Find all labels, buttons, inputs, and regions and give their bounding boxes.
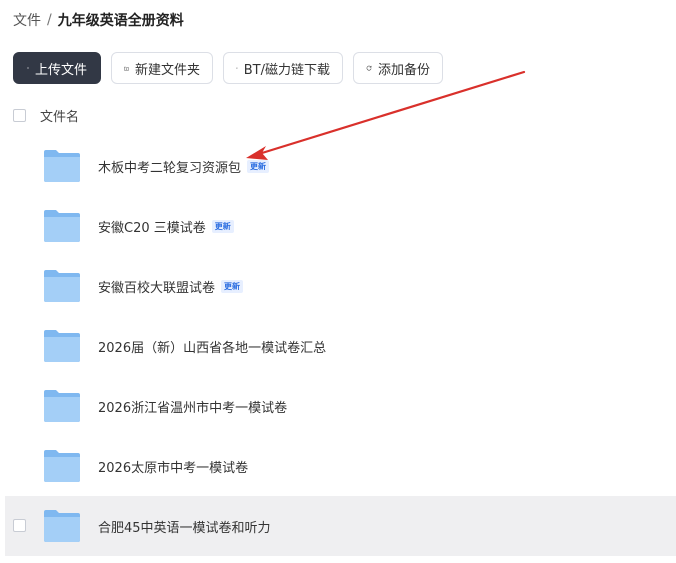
list-header: 文件名 <box>13 106 79 125</box>
file-name[interactable]: 木板中考二轮复习资源包 更新 <box>98 157 270 176</box>
list-item[interactable]: 2026届（新）山西省各地一模试卷汇总 <box>5 316 676 376</box>
plus-icon <box>27 67 29 69</box>
file-list: 木板中考二轮复习资源包 更新 安徽C20 三模试卷 更新 安徽百校大联盟试卷 更… <box>5 136 676 556</box>
file-name-text: 木板中考二轮复习资源包 <box>98 161 242 176</box>
bt-icon: BT <box>236 67 238 69</box>
breadcrumb: 文件 / 九年级英语全册资料 <box>13 10 184 30</box>
list-item[interactable]: 安徽C20 三模试卷 更新 <box>5 196 676 256</box>
update-badge: 更新 <box>221 280 244 293</box>
update-badge: 更新 <box>247 160 270 173</box>
upload-button[interactable]: 上传文件 <box>13 52 101 84</box>
list-item[interactable]: 2026太原市中考一模试卷 <box>5 436 676 496</box>
file-name-text: 2026届（新）山西省各地一模试卷汇总 <box>98 341 327 356</box>
folder-icon <box>44 270 80 302</box>
new-folder-button[interactable]: 新建文件夹 <box>111 52 213 84</box>
breadcrumb-root[interactable]: 文件 <box>13 10 41 30</box>
folder-icon <box>44 390 80 422</box>
folder-icon <box>44 150 80 182</box>
sync-icon <box>366 65 372 71</box>
file-name-text: 合肥45中英语一模试卷和听力 <box>98 521 271 536</box>
file-name[interactable]: 2026届（新）山西省各地一模试卷汇总 <box>98 337 326 356</box>
new-folder-icon <box>124 66 129 70</box>
upload-button-label: 上传文件 <box>34 62 87 78</box>
add-backup-button[interactable]: 添加备份 <box>353 52 443 84</box>
breadcrumb-current: 九年级英语全册资料 <box>57 13 184 29</box>
row-checkbox[interactable] <box>13 519 26 532</box>
file-name[interactable]: 合肥45中英语一模试卷和听力 <box>98 517 271 536</box>
folder-icon <box>44 330 80 362</box>
folder-icon <box>44 450 80 482</box>
folder-icon <box>44 510 80 542</box>
file-name-text: 2026浙江省温州市中考一模试卷 <box>98 401 288 416</box>
file-name[interactable]: 2026太原市中考一模试卷 <box>98 457 248 476</box>
list-item[interactable]: 安徽百校大联盟试卷 更新 <box>5 256 676 316</box>
folder-icon <box>44 210 80 242</box>
file-name-text: 2026太原市中考一模试卷 <box>98 461 249 476</box>
bt-download-button[interactable]: BT BT/磁力链下载 <box>223 52 343 84</box>
file-name[interactable]: 安徽百校大联盟试卷 更新 <box>98 277 244 296</box>
add-backup-button-label: 添加备份 <box>377 62 430 78</box>
file-name[interactable]: 2026浙江省温州市中考一模试卷 <box>98 397 287 416</box>
bt-download-button-label: BT/磁力链下载 <box>243 62 330 78</box>
update-badge: 更新 <box>211 220 234 233</box>
file-name-text: 安徽C20 三模试卷 <box>98 221 206 236</box>
breadcrumb-separator: / <box>47 12 52 28</box>
list-item[interactable]: 2026浙江省温州市中考一模试卷 <box>5 376 676 436</box>
file-name-text: 安徽百校大联盟试卷 <box>98 281 216 296</box>
list-item[interactable]: 合肥45中英语一模试卷和听力 <box>5 496 676 556</box>
toolbar: 上传文件 新建文件夹 BT BT/磁力链下载 添加备份 <box>13 52 443 84</box>
file-name[interactable]: 安徽C20 三模试卷 更新 <box>98 217 234 236</box>
column-header-filename[interactable]: 文件名 <box>40 106 79 125</box>
list-item[interactable]: 木板中考二轮复习资源包 更新 <box>5 136 676 196</box>
new-folder-button-label: 新建文件夹 <box>134 62 200 78</box>
select-all-checkbox[interactable] <box>13 109 26 122</box>
